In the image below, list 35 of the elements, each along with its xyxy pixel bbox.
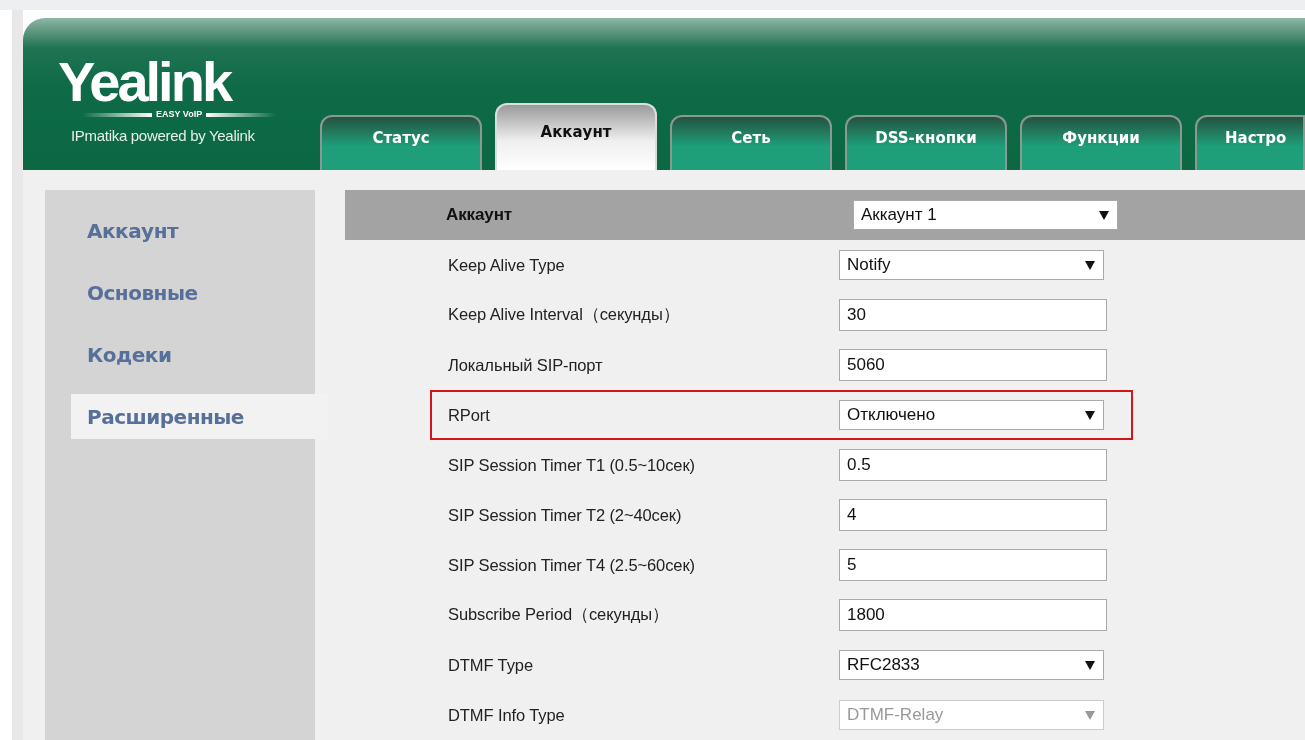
input-field[interactable]: 30 xyxy=(839,299,1107,331)
logo-tagline: EASY VoIP xyxy=(156,110,203,119)
dropdown-select[interactable]: RFC2833 xyxy=(839,650,1104,680)
dropdown-select[interactable]: Отключено xyxy=(839,400,1104,430)
caret-icon xyxy=(1085,260,1095,270)
nav-tab[interactable]: Настро xyxy=(1195,115,1305,170)
input-field[interactable]: 4 xyxy=(839,499,1107,531)
input-field[interactable]: 0.5 xyxy=(839,449,1107,481)
field-label: Keep Alive Type xyxy=(447,255,566,275)
nav-tab[interactable]: Аккаунт xyxy=(495,103,657,170)
field-label: SIP Session Timer T1 (0.5~10сек) xyxy=(447,455,696,475)
brand-logo: Yealink xyxy=(58,56,231,108)
nav-tab[interactable]: DSS-кнопки xyxy=(845,115,1007,170)
field-label: DTMF Info Type xyxy=(447,705,566,725)
caret-icon xyxy=(1085,410,1095,420)
nav-tab[interactable]: Функции xyxy=(1020,115,1182,170)
dropdown-select[interactable]: Notify xyxy=(839,250,1104,280)
caret-icon xyxy=(1085,660,1095,670)
nav-tab[interactable]: Сеть xyxy=(670,115,832,170)
caret-icon xyxy=(1099,210,1109,220)
field-label: Keep Alive Interval（секунды） xyxy=(447,304,681,325)
field-label: Subscribe Period（секунды） xyxy=(447,604,670,625)
nav-tab[interactable]: Статус xyxy=(320,115,482,170)
field-label: RPort xyxy=(447,405,491,425)
caret-icon xyxy=(1085,710,1095,720)
field-label: DTMF Type xyxy=(447,655,534,675)
logo-caption: IPmatika powered by Yealink xyxy=(71,127,255,144)
field-label: Локальный SIP-порт xyxy=(447,355,604,375)
field-label: SIP Session Timer T2 (2~40сек) xyxy=(447,505,683,525)
input-field[interactable]: 5060 xyxy=(839,349,1107,381)
field-label: SIP Session Timer T4 (2.5~60сек) xyxy=(447,555,696,575)
input-field[interactable]: 5 xyxy=(839,549,1107,581)
section-title: Аккаунт xyxy=(446,205,514,225)
dropdown-select[interactable]: Аккаунт 1 xyxy=(853,200,1118,230)
input-field[interactable]: 1800 xyxy=(839,599,1107,631)
